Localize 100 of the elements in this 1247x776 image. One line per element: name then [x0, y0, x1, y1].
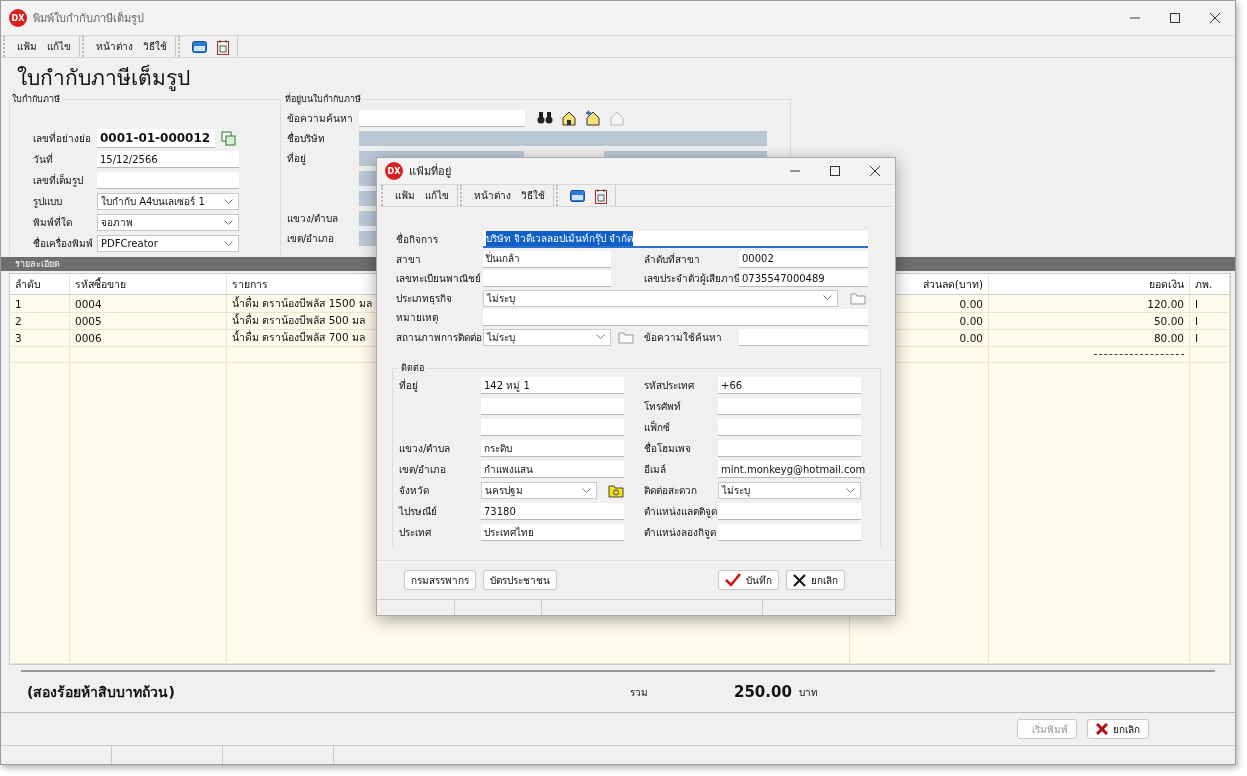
- field-label: รูปแบบ: [33, 195, 63, 209]
- chevron-down-icon: [582, 487, 591, 494]
- calculator-icon[interactable]: [192, 40, 207, 53]
- input-field[interactable]: [718, 419, 861, 436]
- input-field[interactable]: [718, 503, 861, 520]
- save-button[interactable]: บันทึก: [718, 570, 779, 590]
- page-heading: ใบกำกับภาษีเต็มรูป: [16, 63, 191, 92]
- maximize-icon: [830, 166, 840, 176]
- table-cell: I: [1190, 329, 1230, 347]
- checkmark-icon: [725, 573, 741, 587]
- table-cell: 0006: [70, 329, 227, 347]
- table-cell: [1190, 346, 1230, 363]
- input-field[interactable]: ประเทศไทย: [481, 524, 624, 541]
- field-label: เขต/อำเภอ: [399, 463, 448, 477]
- menu-item[interactable]: แก้ไข: [47, 39, 71, 54]
- input-field[interactable]: 0001-01-000012: [97, 129, 215, 148]
- dropdown[interactable]: ไม่ระบุ: [718, 482, 861, 499]
- table-cell: I: [1190, 312, 1230, 330]
- field-label: ประเทศ: [399, 526, 432, 540]
- table-cell: 0005: [70, 312, 227, 330]
- input-field[interactable]: 00002: [739, 250, 868, 268]
- dropdown[interactable]: ไม่ระบุ: [483, 328, 611, 346]
- chevron-down-icon: [224, 219, 233, 226]
- chevron-down-icon: [846, 487, 855, 494]
- total-amount: 250.00: [734, 683, 793, 701]
- window-title: พิมพ์ใบกำกับภาษีเต็มรูป: [33, 10, 144, 27]
- cancel-button[interactable]: ยกเลิก: [786, 570, 845, 590]
- input-field[interactable]: กำแพงแสน: [481, 461, 624, 478]
- input-field[interactable]: [483, 309, 868, 327]
- input-field[interactable]: +66: [718, 377, 861, 394]
- table-cell: 50.00: [989, 312, 1190, 330]
- input-field[interactable]: [718, 440, 861, 457]
- table-cell: 1: [10, 295, 70, 313]
- chevron-down-icon: [823, 295, 832, 302]
- dropdown[interactable]: นครปฐม: [481, 482, 597, 499]
- cancel-button[interactable]: ยกเลิก: [1087, 719, 1149, 739]
- field-label: แฟ็กซ์: [644, 420, 671, 435]
- folder-icon[interactable]: [850, 291, 866, 306]
- chevron-down-icon: [224, 198, 233, 205]
- field-label: เลขประจำตัวผู้เสียภาษี: [644, 272, 739, 287]
- field-label: ชื่อเครื่องพิมพ์: [33, 236, 94, 251]
- input-field[interactable]: [739, 328, 868, 346]
- input-field[interactable]: 142 หมู่ 1: [481, 377, 624, 394]
- field-label: แขวง/ตำบล: [287, 211, 340, 226]
- dropdown[interactable]: จอภาพ: [97, 214, 239, 231]
- chevron-down-icon: [224, 240, 233, 247]
- group-title: ใบกำกับภาษี: [11, 93, 61, 106]
- calculator-icon[interactable]: [570, 189, 585, 202]
- group-title: ที่อยู่บนใบกำกับภาษี: [284, 92, 362, 106]
- table-cell: 80.00: [989, 329, 1190, 347]
- menu-item[interactable]: หน้าต่าง: [474, 188, 511, 203]
- field-label: พิมพ์ที่ใด: [33, 215, 73, 230]
- field-label: แขวง/ตำบล: [399, 442, 452, 456]
- menu-item[interactable]: แก้ไข: [425, 188, 449, 203]
- dropdown[interactable]: ไม่ระบุ: [483, 289, 838, 307]
- search-field[interactable]: [359, 109, 525, 127]
- copy-icon[interactable]: [221, 130, 237, 147]
- input-field[interactable]: [481, 398, 624, 415]
- folder-icon[interactable]: [608, 483, 624, 498]
- input-field[interactable]: บริษัท จิวดีเวลลอปเม้นท์กรุ๊ป จำกัด: [483, 231, 868, 249]
- x-icon: [1096, 723, 1108, 735]
- table-cell: 2: [10, 312, 70, 330]
- menu-item[interactable]: หน้าต่าง: [96, 39, 133, 54]
- maximize-icon: [1170, 13, 1180, 23]
- house-add-icon[interactable]: [585, 110, 601, 126]
- field-label: ไปรษณีย์: [399, 505, 438, 519]
- house-icon[interactable]: [561, 110, 577, 126]
- calendar-icon[interactable]: [595, 187, 607, 204]
- lookup-button[interactable]: กรมสรรพากร: [404, 570, 476, 590]
- input-field[interactable]: [718, 524, 861, 541]
- field-label: เลขที่เต็มรูป: [33, 173, 84, 188]
- input-field[interactable]: [481, 419, 624, 436]
- column-header: ยอดเงิน: [989, 274, 1190, 294]
- menu-item[interactable]: วิธีใช้: [143, 39, 167, 54]
- dropdown[interactable]: ใบกำกับ A4บนเลเซอร์ 1: [97, 193, 239, 210]
- input-field[interactable]: 15/12/2566: [97, 151, 239, 168]
- field-label: ติดต่อสะดวก: [644, 484, 698, 498]
- menu-item[interactable]: แฟ้ม: [17, 39, 37, 54]
- chevron-down-icon: [596, 334, 605, 341]
- table-cell: 120.00: [989, 295, 1190, 313]
- currency-label: บาท: [799, 685, 818, 700]
- lookup-button[interactable]: บัตรประชาชน: [483, 570, 557, 590]
- folder-icon[interactable]: [618, 330, 634, 345]
- total-label: รวม: [630, 685, 649, 700]
- field-label: อีเมล์: [644, 463, 667, 477]
- calendar-icon[interactable]: [217, 38, 229, 55]
- menu-item[interactable]: แฟ้ม: [395, 188, 415, 203]
- dialog-title: แฟ้มที่อยู่: [409, 162, 451, 180]
- field-label: ตำแหน่งแลตติจูด: [644, 505, 718, 519]
- input-field[interactable]: [97, 172, 239, 189]
- menu-item[interactable]: วิธีใช้: [521, 188, 545, 203]
- input-field[interactable]: กระดิบ: [481, 440, 624, 457]
- dropdown[interactable]: PDFCreator: [97, 235, 239, 252]
- input-field[interactable]: [718, 398, 861, 415]
- binoculars-icon[interactable]: [537, 111, 553, 125]
- input-field[interactable]: ปิ่นเกล้า: [483, 250, 611, 268]
- input-field[interactable]: 0735547000489: [739, 270, 868, 288]
- close-icon: [1210, 13, 1220, 23]
- input-field[interactable]: 73180: [481, 503, 624, 520]
- input-field[interactable]: [483, 270, 611, 288]
